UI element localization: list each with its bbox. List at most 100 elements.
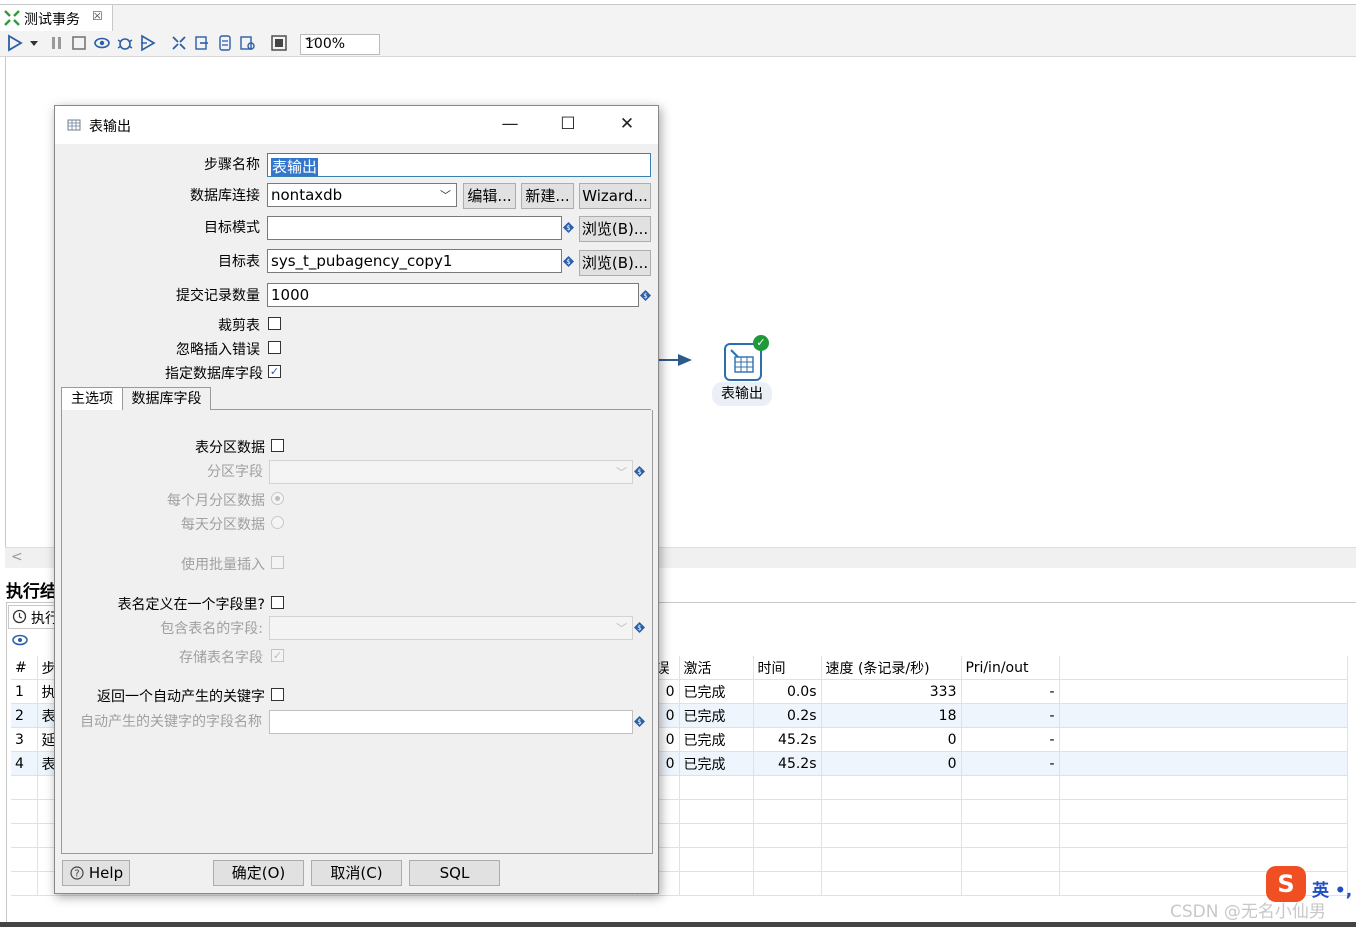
zoom-select[interactable]: 100% ﹀ bbox=[300, 34, 380, 55]
speed-cell: 333 bbox=[821, 679, 962, 704]
execution-tab[interactable]: 执行 bbox=[8, 605, 60, 629]
db-connection-select[interactable]: nontaxdb ﹀ bbox=[267, 183, 457, 207]
partition-field-select: ﹀ bbox=[269, 460, 633, 484]
col-header[interactable]: Pri/in/out bbox=[961, 656, 1060, 680]
variable-icon: $ bbox=[563, 222, 574, 233]
editor-tab-title: 测试事务 bbox=[24, 12, 80, 28]
help-button-label: Help bbox=[88, 864, 124, 882]
success-check-icon: ✓ bbox=[753, 335, 769, 351]
dialog-titlebar[interactable]: 表输出 — ☐ ✕ bbox=[55, 106, 658, 144]
pri-cell: - bbox=[961, 727, 1060, 752]
toolbar: 100% ﹀ bbox=[0, 31, 1356, 57]
grid-icon[interactable] bbox=[270, 34, 288, 52]
execution-results-title: 执行结 bbox=[6, 582, 57, 602]
batch-insert-label: 使用批量插入 bbox=[181, 557, 265, 573]
step-name-label: 步骤名称 bbox=[204, 157, 260, 173]
daily-partition-radio bbox=[271, 516, 284, 529]
eye-icon[interactable] bbox=[12, 634, 28, 646]
maximize-button[interactable]: ☐ bbox=[545, 112, 591, 136]
impact-icon[interactable] bbox=[193, 34, 211, 52]
return-key-checkbox[interactable] bbox=[271, 688, 284, 701]
key-field-input bbox=[269, 710, 633, 734]
speed-cell: 0 bbox=[821, 751, 962, 776]
speed-cell: 0 bbox=[821, 727, 962, 752]
editor-tab-bar bbox=[0, 5, 1356, 32]
close-tab-icon[interactable]: ☒ bbox=[92, 9, 103, 23]
variable-icon: $ bbox=[634, 716, 645, 727]
pause-icon[interactable] bbox=[48, 34, 66, 52]
explore-db-icon[interactable] bbox=[239, 34, 257, 52]
tab-database-fields[interactable]: 数据库字段 bbox=[123, 387, 211, 410]
step-name-value: 表输出 bbox=[271, 158, 319, 176]
svg-text:$: $ bbox=[637, 624, 641, 632]
close-button[interactable]: ✕ bbox=[604, 112, 650, 136]
return-key-label: 返回一个自动产生的关键字 bbox=[97, 689, 265, 705]
preview-icon[interactable] bbox=[93, 34, 111, 52]
col-header[interactable]: 时间 bbox=[753, 656, 822, 680]
row-number: 2 bbox=[11, 703, 38, 728]
col-header[interactable]: 激活 bbox=[679, 656, 754, 680]
time-cell: 0.2s bbox=[753, 703, 822, 728]
browse-table-button[interactable]: 浏览(B)... bbox=[579, 250, 651, 276]
run-dropdown-icon[interactable] bbox=[28, 34, 40, 52]
hop-line[interactable] bbox=[658, 359, 680, 361]
status-cell: 已完成 bbox=[679, 703, 754, 728]
sql-icon[interactable] bbox=[216, 34, 234, 52]
truncate-checkbox[interactable] bbox=[268, 317, 281, 330]
ok-button[interactable]: 确定(O) bbox=[213, 860, 304, 886]
ignore-errors-label: 忽略插入错误 bbox=[176, 342, 260, 358]
replay-icon[interactable] bbox=[139, 34, 157, 52]
ignore-errors-checkbox[interactable] bbox=[268, 341, 281, 354]
tab-main-options[interactable]: 主选项 bbox=[61, 387, 123, 410]
ime-logo-icon[interactable]: S bbox=[1266, 866, 1306, 902]
pri-cell: - bbox=[961, 751, 1060, 776]
run-icon[interactable] bbox=[6, 34, 24, 52]
col-header[interactable]: # bbox=[11, 656, 38, 680]
specify-fields-checkbox[interactable]: ✓ bbox=[268, 365, 281, 378]
tablename-in-field-checkbox[interactable] bbox=[271, 596, 284, 609]
variable-icon: $ bbox=[634, 466, 645, 477]
col-header[interactable]: 速度 (条记录/秒) bbox=[821, 656, 962, 680]
partition-field-label: 分区字段 bbox=[207, 464, 263, 480]
wizard-button[interactable]: Wizard... bbox=[579, 183, 651, 209]
row-number: 4 bbox=[11, 751, 38, 776]
step-label[interactable]: 表输出 bbox=[712, 382, 772, 406]
ime-mode[interactable]: 英 •, bbox=[1312, 876, 1352, 901]
store-tablename-label: 存储表名字段 bbox=[179, 650, 263, 666]
chevron-down-icon: ﹀ bbox=[440, 189, 451, 202]
table-output-dialog: 表输出 — ☐ ✕ 步骤名称 表输出 数据库连接 nontaxdb ﹀ 编辑..… bbox=[54, 105, 659, 894]
edit-connection-button[interactable]: 编辑... bbox=[463, 183, 516, 209]
time-cell: 45.2s bbox=[753, 751, 822, 776]
commit-size-input[interactable]: 1000 bbox=[267, 283, 639, 307]
target-table-input[interactable]: sys_t_pubagency_copy1 bbox=[267, 249, 562, 273]
target-table-label: 目标表 bbox=[218, 254, 260, 270]
new-connection-button[interactable]: 新建... bbox=[521, 183, 574, 209]
help-button[interactable]: ? Help bbox=[62, 860, 130, 886]
sql-button[interactable]: SQL bbox=[409, 860, 500, 886]
debug-icon[interactable] bbox=[116, 34, 134, 52]
target-schema-input[interactable] bbox=[267, 216, 562, 240]
editor-tab[interactable]: 测试事务 ☒ bbox=[0, 5, 113, 31]
cancel-button[interactable]: 取消(C) bbox=[311, 860, 402, 886]
minimize-button[interactable]: — bbox=[487, 112, 533, 136]
batch-insert-checkbox bbox=[271, 556, 284, 569]
bottom-strip bbox=[0, 922, 1356, 927]
monthly-partition-label: 每个月分区数据 bbox=[167, 493, 265, 509]
table-icon bbox=[730, 349, 754, 373]
time-cell: 45.2s bbox=[753, 727, 822, 752]
commit-size-value: 1000 bbox=[271, 286, 310, 304]
stop-icon[interactable] bbox=[70, 34, 88, 52]
store-tablename-checkbox: ✓ bbox=[271, 649, 284, 662]
row-number: 1 bbox=[11, 679, 38, 704]
scroll-left-icon[interactable]: < bbox=[11, 549, 23, 565]
daily-partition-label: 每天分区数据 bbox=[181, 517, 265, 533]
watermark: CSDN @无名小仙男 bbox=[1170, 902, 1326, 922]
partition-checkbox[interactable] bbox=[271, 439, 284, 452]
browse-schema-button[interactable]: 浏览(B)... bbox=[579, 216, 651, 242]
target-table-value: sys_t_pubagency_copy1 bbox=[271, 252, 453, 270]
specify-fields-label: 指定数据库字段 bbox=[165, 366, 263, 382]
step-name-input[interactable]: 表输出 bbox=[267, 153, 651, 177]
tablename-field-select: ﹀ bbox=[269, 616, 633, 640]
verify-icon[interactable] bbox=[170, 34, 188, 52]
variable-icon: $ bbox=[563, 256, 574, 267]
